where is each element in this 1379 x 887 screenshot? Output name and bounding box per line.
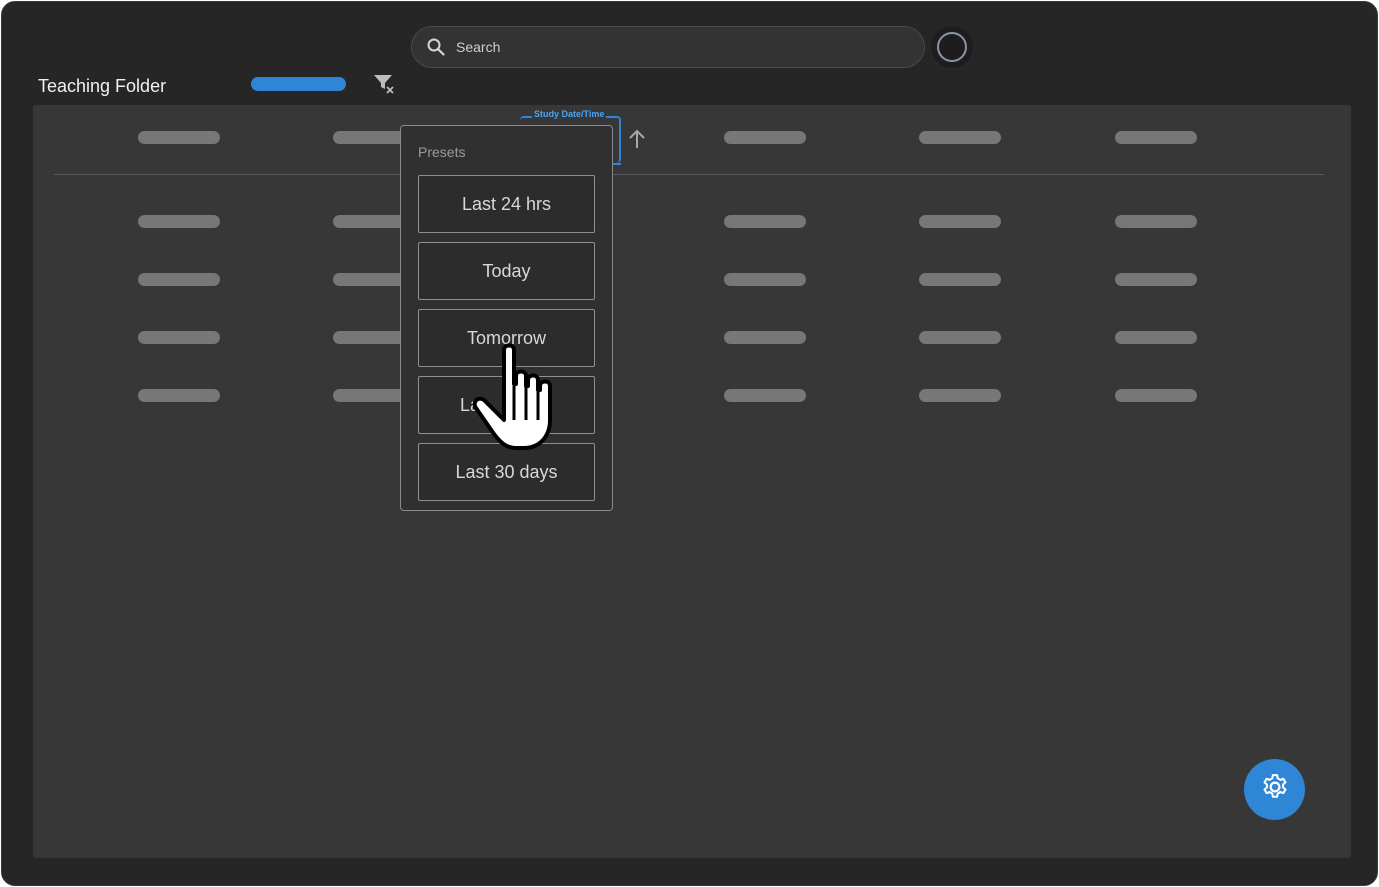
study-list-panel: Study Date/Time <box>33 105 1351 858</box>
cell-skeleton <box>1115 215 1197 228</box>
cell-skeleton <box>724 273 806 286</box>
cell-skeleton <box>1115 389 1197 402</box>
page-title: Teaching Folder <box>38 76 167 96</box>
header-skeleton <box>724 131 806 144</box>
cell-skeleton <box>138 331 220 344</box>
cell-skeleton <box>724 331 806 344</box>
cell-skeleton <box>724 389 806 402</box>
hand-pointer-icon <box>466 342 566 457</box>
folder-tag-badge[interactable] <box>251 77 346 91</box>
header-skeleton <box>138 131 220 144</box>
user-avatar[interactable] <box>931 26 973 68</box>
search-placeholder: Search <box>456 39 501 55</box>
cell-skeleton <box>919 273 1001 286</box>
preset-last-24-hrs[interactable]: Last 24 hrs <box>418 175 595 233</box>
arrow-up-icon[interactable] <box>627 127 647 151</box>
presets-heading: Presets <box>418 144 466 160</box>
cell-skeleton <box>919 389 1001 402</box>
gear-icon <box>1260 772 1290 807</box>
cell-skeleton <box>138 273 220 286</box>
app-window: Search Teaching Folder Study Date/Time P… <box>1 1 1378 886</box>
cell-skeleton <box>138 389 220 402</box>
header-skeleton <box>919 131 1001 144</box>
avatar-icon <box>937 32 967 62</box>
cell-skeleton <box>1115 273 1197 286</box>
header-divider <box>54 174 1324 175</box>
study-date-column-label: Study Date/Time <box>532 109 607 119</box>
preset-today[interactable]: Today <box>418 242 595 300</box>
filter-clear-icon[interactable] <box>372 72 396 96</box>
cell-skeleton <box>724 215 806 228</box>
search-icon <box>426 37 446 57</box>
settings-button[interactable] <box>1244 759 1305 820</box>
cell-skeleton <box>919 331 1001 344</box>
cell-skeleton <box>1115 331 1197 344</box>
search-bar[interactable]: Search <box>411 26 925 68</box>
cell-skeleton <box>138 215 220 228</box>
header-skeleton <box>1115 131 1197 144</box>
cell-skeleton <box>919 215 1001 228</box>
